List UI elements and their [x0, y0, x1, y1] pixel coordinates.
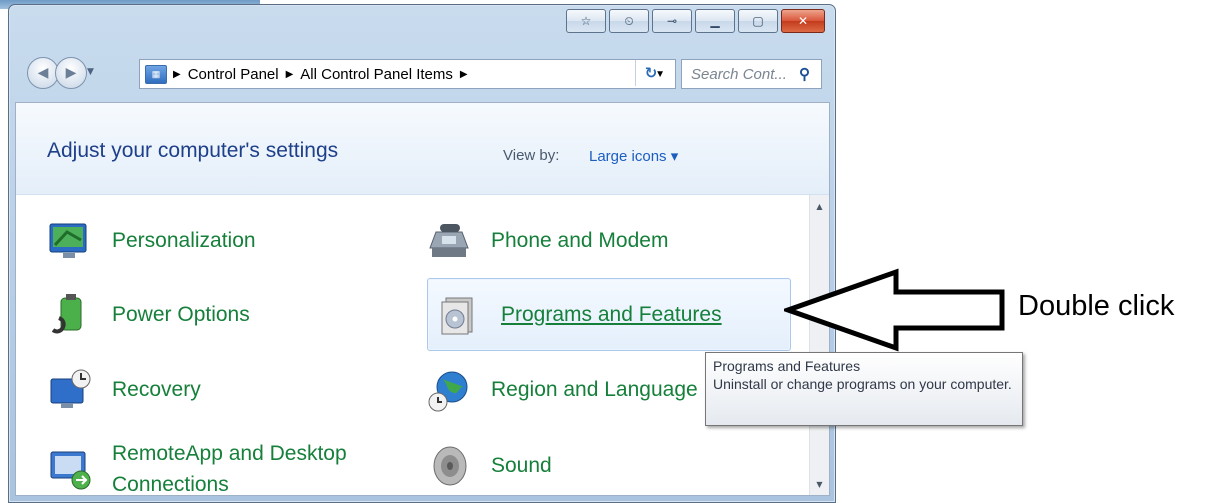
- region-language-icon: [426, 367, 472, 413]
- item-sound[interactable]: Sound: [426, 440, 552, 492]
- breadcrumb-control-panel[interactable]: Control Panel: [188, 66, 279, 83]
- star-icon: ☆: [580, 14, 592, 28]
- scroll-down-icon[interactable]: ▼: [810, 475, 829, 493]
- annotation-label: Double click: [1018, 290, 1175, 322]
- content-header: Adjust your computer's settings View by:…: [16, 103, 829, 195]
- item-label: Personalization: [112, 229, 256, 252]
- item-label: Phone and Modem: [491, 229, 669, 252]
- recovery-icon: [47, 367, 93, 413]
- tooltip-description: Uninstall or change programs on your com…: [713, 376, 1012, 392]
- minimize-button[interactable]: ▁: [695, 9, 735, 33]
- search-placeholder: Search Cont...: [691, 65, 787, 83]
- forward-arrow-icon: ▶: [65, 65, 77, 81]
- phone-modem-icon: [426, 218, 472, 264]
- close-button[interactable]: ✕: [781, 9, 825, 33]
- item-label: Programs and Features: [501, 302, 722, 326]
- scroll-up-icon[interactable]: ▲: [810, 197, 829, 215]
- close-icon: ✕: [797, 14, 809, 28]
- item-recovery[interactable]: Recovery: [47, 364, 201, 416]
- plug-icon: ⊸: [666, 14, 678, 28]
- recent-button[interactable]: ⏲: [609, 9, 649, 33]
- recent-pages-dropdown[interactable]: ▼: [87, 67, 94, 77]
- favorite-button[interactable]: ☆: [566, 9, 606, 33]
- search-icon[interactable]: ⚲: [799, 65, 821, 83]
- tooltip-title: Programs and Features: [713, 358, 861, 374]
- item-phone-modem[interactable]: Phone and Modem: [426, 215, 668, 267]
- item-label: Sound: [491, 454, 552, 477]
- remoteapp-icon: [47, 446, 93, 492]
- maximize-icon: ▢: [752, 14, 764, 28]
- navigation-bar: ◀ ▶ ▼ ▦ ▶ Control Panel ▶ All Control Pa…: [17, 51, 827, 91]
- clock-folder-icon: ⏲: [624, 13, 634, 28]
- breadcrumb-all-items[interactable]: All Control Panel Items: [300, 66, 453, 83]
- sound-icon: [426, 443, 472, 489]
- connect-button[interactable]: ⊸: [652, 9, 692, 33]
- search-input[interactable]: Search Cont... ⚲: [681, 59, 822, 89]
- refresh-button[interactable]: ↻: [635, 60, 666, 86]
- control-panel-content: Adjust your computer's settings View by:…: [15, 102, 830, 496]
- maximize-button[interactable]: ▢: [738, 9, 778, 33]
- item-programs-features[interactable]: Programs and Features: [427, 278, 791, 351]
- address-bar[interactable]: ▦ ▶ Control Panel ▶ All Control Panel It…: [139, 59, 676, 89]
- forward-button[interactable]: ▶: [55, 57, 87, 89]
- view-by-dropdown[interactable]: Large icons ▾: [589, 147, 678, 165]
- caption-buttons: ☆ ⏲ ⊸ ▁ ▢ ✕: [566, 9, 825, 33]
- personalization-icon: [47, 218, 93, 264]
- item-power-options[interactable]: Power Options: [47, 289, 250, 341]
- item-personalization[interactable]: Personalization: [47, 215, 256, 267]
- control-panel-icon: ▦: [145, 64, 167, 84]
- arrow-left-icon: [784, 268, 1005, 352]
- power-options-icon: [47, 292, 93, 338]
- refresh-icon: ↻: [644, 64, 658, 82]
- item-label: Recovery: [112, 378, 201, 401]
- back-arrow-icon: ◀: [37, 65, 49, 81]
- minimize-icon: ▁: [710, 14, 720, 28]
- programs-tooltip: Programs and Features Uninstall or chang…: [705, 352, 1023, 426]
- item-region-language[interactable]: Region and Language: [426, 364, 698, 416]
- item-label-line-2: Connections: [112, 473, 229, 496]
- item-label-line-1: RemoteApp and Desktop: [112, 442, 347, 465]
- control-panel-window: ☆ ⏲ ⊸ ▁ ▢ ✕ ◀ ▶ ▼ ▦ ▶ Control Panel ▶ Al…: [8, 4, 836, 503]
- programs-features-icon: [436, 292, 482, 338]
- view-by-label: View by:: [503, 147, 560, 164]
- breadcrumb-separator-icon[interactable]: ▶: [286, 69, 294, 80]
- item-label: Region and Language: [491, 378, 698, 401]
- breadcrumb-separator-icon[interactable]: ▶: [173, 69, 181, 80]
- page-title: Adjust your computer's settings: [47, 139, 339, 162]
- chevron-down-icon: ▼: [87, 67, 94, 77]
- item-remoteapp[interactable]: RemoteApp and Desktop Connections: [47, 437, 347, 501]
- item-label: Power Options: [112, 303, 250, 326]
- item-label: RemoteApp and Desktop Connections: [112, 438, 347, 500]
- breadcrumb-separator-icon[interactable]: ▶: [460, 69, 468, 80]
